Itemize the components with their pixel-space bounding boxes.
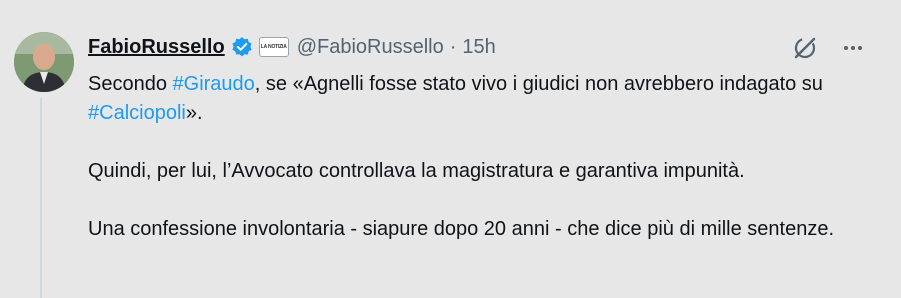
more-options-icon[interactable]: [839, 34, 867, 62]
thread-line: [40, 98, 42, 298]
text-segment: Secondo: [88, 73, 173, 95]
author-handle[interactable]: @FabioRussello: [297, 36, 444, 59]
tweet-paragraph-2: Quindi, per lui, l’Avvocato controllava …: [88, 160, 745, 182]
avatar[interactable]: [14, 32, 74, 92]
affiliation-badge[interactable]: LA NOTIZIA: [258, 37, 289, 57]
tweet-paragraph-3: Una confessione involontaria - siapure d…: [88, 218, 835, 240]
grok-icon[interactable]: [791, 34, 819, 62]
hashtag-calciopoli[interactable]: #Calciopoli: [88, 102, 186, 124]
tweet-card[interactable]: FabioRussello LA NOTIZIA @FabioRussello …: [0, 0, 901, 298]
text-segment: , se «Agnelli fosse stato vivo i giudici…: [254, 73, 823, 95]
separator-dot: ·: [449, 35, 457, 58]
hashtag-giraudo[interactable]: #Giraudo: [173, 73, 255, 95]
tweet-paragraph-1: Secondo #Giraudo, se «Agnelli fosse stat…: [88, 70, 868, 128]
tweet-timestamp[interactable]: 15h: [462, 36, 495, 59]
tweet-actions: [791, 34, 867, 62]
verified-badge-icon: [231, 36, 253, 58]
tweet-header: FabioRussello LA NOTIZIA @FabioRussello …: [88, 34, 496, 60]
tweet-text: Secondo #Giraudo, se «Agnelli fosse stat…: [88, 70, 868, 244]
text-segment: ».: [185, 102, 203, 124]
author-name[interactable]: FabioRussello: [88, 36, 225, 59]
